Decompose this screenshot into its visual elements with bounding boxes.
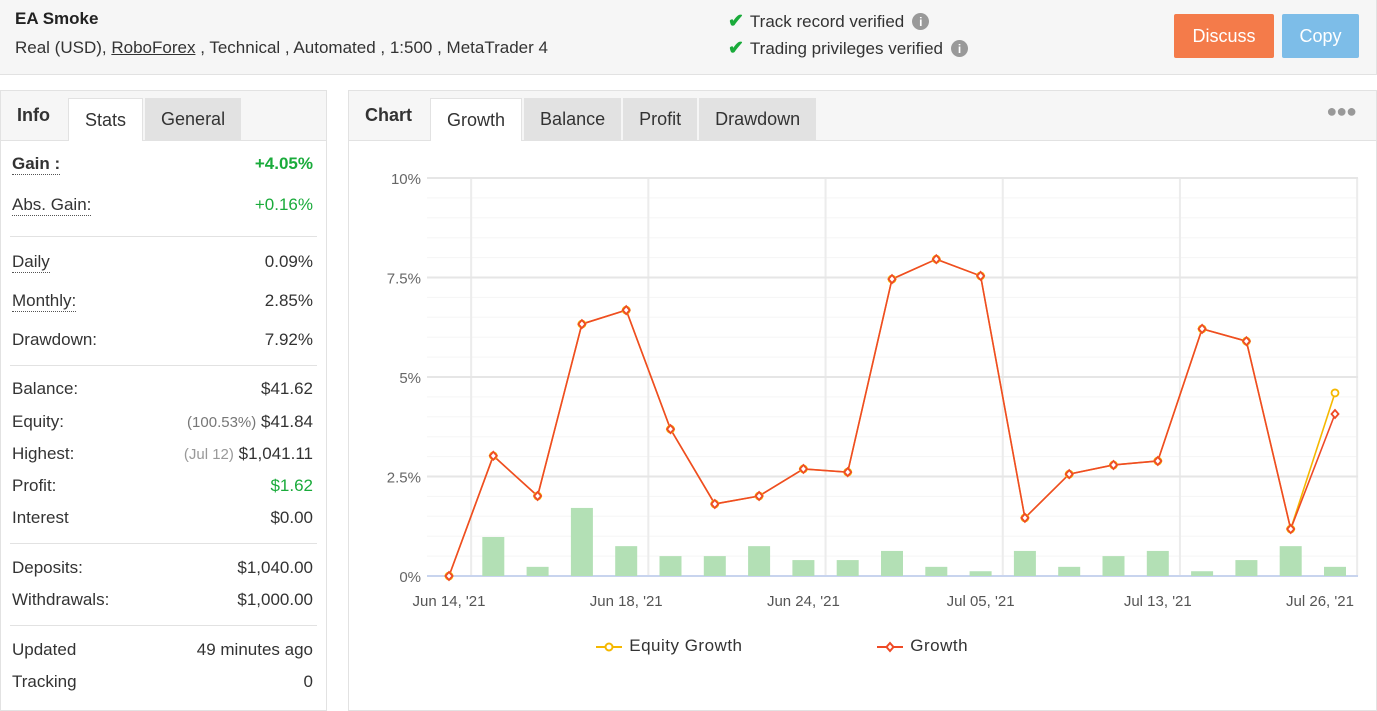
bar: [836, 560, 859, 576]
bar: [748, 546, 771, 576]
legend-label: Equity Growth: [629, 636, 743, 655]
bar: [703, 556, 726, 576]
x-tick-label: Jun 18, '21: [590, 593, 663, 610]
bar: [1058, 566, 1081, 576]
equity-point: [1330, 388, 1340, 398]
bar: [615, 546, 638, 576]
bar: [1324, 566, 1346, 576]
bar: [659, 556, 682, 576]
bar: [1191, 571, 1214, 576]
bar: [482, 536, 505, 576]
bar: [1102, 556, 1125, 576]
bar: [526, 566, 549, 576]
x-tick-label: Jun 24, '21: [767, 593, 840, 610]
y-tick-label: 5%: [399, 370, 421, 387]
y-tick-label: 0%: [399, 569, 421, 586]
bar: [570, 507, 593, 576]
y-tick-label: 10%: [391, 171, 421, 188]
bar: [792, 560, 815, 576]
bar: [925, 566, 948, 576]
bar: [1279, 546, 1302, 576]
y-tick-label: 7.5%: [387, 271, 421, 288]
bar: [1146, 550, 1169, 576]
legend-growth-marker-icon: [877, 640, 903, 653]
bar: [969, 571, 992, 576]
legend-equity-marker-icon: [596, 642, 622, 652]
bar: [881, 550, 903, 576]
legend-label: Growth: [910, 636, 969, 655]
legend-equity-growth[interactable]: Equity Growth: [596, 636, 743, 656]
bar: [1013, 550, 1036, 576]
legend-growth[interactable]: Growth: [877, 636, 968, 656]
growth-chart: 0% 2.5% 5% 7.5% 10% Jun 14, '21 Jun 18, '21 Jun…: [387, 171, 1359, 610]
x-tick-label: Jun 14, '21: [413, 593, 486, 610]
x-tick-label: Jul 05, '21: [947, 593, 1015, 610]
x-tick-label: Jul 26, '21: [1286, 593, 1354, 610]
y-tick-label: 2.5%: [387, 470, 421, 487]
bar: [1235, 560, 1258, 576]
x-tick-label: Jul 13, '21: [1124, 593, 1192, 610]
